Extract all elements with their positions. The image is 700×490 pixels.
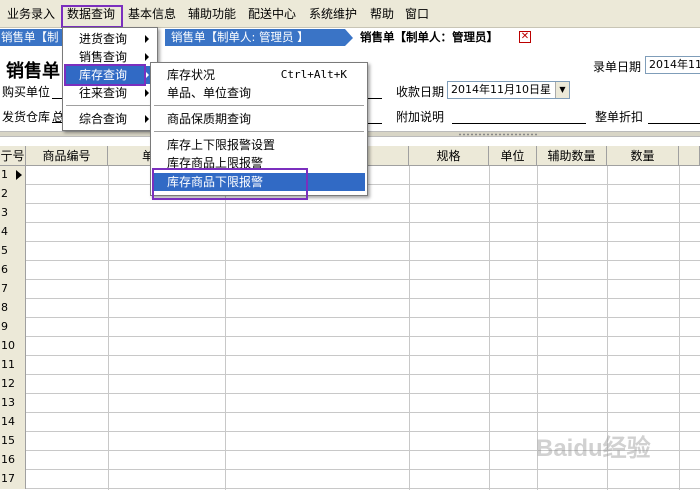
table-row[interactable]: 3	[0, 204, 700, 223]
row-pointer-icon	[16, 170, 22, 180]
menu-item-shelf-life-query[interactable]: 商品保质期查询	[153, 110, 365, 128]
menu-separator	[154, 131, 364, 132]
tab-separator	[345, 29, 353, 46]
col-header-aux-qty: 辅助数量	[537, 146, 607, 166]
buyer-label: 购买单位	[2, 85, 51, 99]
table-row[interactable]: 7	[0, 280, 700, 299]
menu-item-label: 销售查询	[79, 50, 128, 64]
menu-separator	[154, 105, 364, 106]
table-row[interactable]: 13	[0, 394, 700, 413]
row-number: 10	[0, 337, 26, 356]
annotation-box-data-query	[61, 5, 123, 28]
menu-separator	[66, 105, 154, 106]
menu-item-label: 综合查询	[79, 112, 128, 126]
entry-date-field[interactable]: 2014年11	[645, 56, 700, 74]
col-header-spec: 规格	[409, 146, 489, 166]
watermark-text: Baidu经验	[536, 434, 651, 462]
row-number: 14	[0, 413, 26, 432]
close-icon[interactable]: ✕	[519, 31, 531, 43]
menu-item-label: 往来查询	[79, 86, 128, 100]
col-header-qty: 数量	[607, 146, 679, 166]
row-number: 4	[0, 223, 26, 242]
menu-aux-functions[interactable]: 辅助功能	[184, 5, 240, 23]
buyer-field[interactable]	[52, 81, 62, 99]
col-header-row-number: 亍号	[0, 146, 26, 166]
page-title: 销售单	[6, 61, 60, 82]
discount-field[interactable]	[648, 106, 700, 124]
chevron-right-icon	[145, 35, 149, 43]
row-number: 5	[0, 242, 26, 261]
collect-date-value: 2014年11月10日星	[451, 83, 551, 96]
entry-date-label: 录单日期	[593, 60, 642, 74]
row-number: 12	[0, 375, 26, 394]
warehouse-label: 发货仓库	[2, 110, 51, 124]
baidu-watermark: Baidu经验	[536, 434, 651, 462]
menu-window[interactable]: 窗口	[401, 5, 433, 23]
table-row[interactable]: 12	[0, 375, 700, 394]
chevron-right-icon	[145, 115, 149, 123]
row-number: 6	[0, 261, 26, 280]
menu-item-purchase-query[interactable]: 进货查询	[65, 30, 155, 48]
warehouse-field-end	[368, 106, 382, 124]
table-row[interactable]: 10	[0, 337, 700, 356]
menu-item-product-unit-query[interactable]: 单品、单位查询	[153, 84, 365, 102]
menu-distribution-center[interactable]: 配送中心	[244, 5, 300, 23]
menu-item-stock-alarm-settings[interactable]: 库存上下限报警设置	[153, 136, 365, 154]
row-number: 3	[0, 204, 26, 223]
tab-sales-order-active[interactable]: 销售单【制单人：管理员】	[354, 29, 514, 46]
menu-help[interactable]: 帮助	[366, 5, 398, 23]
col-header-extra	[679, 146, 700, 166]
table-row[interactable]: 11	[0, 356, 700, 375]
row-number: 17	[0, 470, 26, 489]
chevron-right-icon	[145, 89, 149, 97]
table-row[interactable]: 8	[0, 299, 700, 318]
menu-basic-info[interactable]: 基本信息	[124, 5, 180, 23]
annotation-box-lower-alarm	[152, 168, 308, 200]
row-number: 8	[0, 299, 26, 318]
row-number: 15	[0, 432, 26, 451]
row-number: 7	[0, 280, 26, 299]
chevron-down-icon[interactable]: ▼	[555, 82, 569, 98]
menu-item-label: 库存状况	[167, 68, 216, 82]
table-row[interactable]: 4	[0, 223, 700, 242]
row-number: 2	[0, 185, 26, 204]
table-row[interactable]: 5	[0, 242, 700, 261]
col-header-unit: 单位	[489, 146, 537, 166]
menu-business-entry[interactable]: 业务录入	[3, 5, 59, 23]
row-number: 9	[0, 318, 26, 337]
row-number: 1	[0, 166, 26, 185]
tab-sales-order-1[interactable]: 销售单【制	[0, 29, 62, 46]
table-row[interactable]: 9	[0, 318, 700, 337]
row-number: 13	[0, 394, 26, 413]
annotation-box-stock-query	[64, 64, 146, 86]
col-header-product-code: 商品编号	[26, 146, 108, 166]
collect-date-label: 收款日期	[396, 85, 445, 99]
note-label: 附加说明	[396, 110, 445, 124]
menu-system-maintenance[interactable]: 系统维护	[305, 5, 361, 23]
menu-item-comprehensive-query[interactable]: 综合查询	[65, 110, 155, 128]
shortcut-label: Ctrl+Alt+K	[280, 68, 347, 81]
row-number: 16	[0, 451, 26, 470]
table-row[interactable]: 6	[0, 261, 700, 280]
menu-item-account-query[interactable]: 往来查询	[65, 84, 155, 102]
menu-item-label: 进货查询	[79, 32, 128, 46]
chevron-right-icon	[145, 53, 149, 61]
discount-label: 整单折扣	[595, 110, 644, 124]
collect-date-field[interactable]: 2014年11月10日星 ▼	[447, 81, 570, 99]
tab-sales-order-2[interactable]: 销售单【制单人: 管理员 】	[165, 29, 345, 46]
row-number: 11	[0, 356, 26, 375]
note-field[interactable]	[452, 106, 586, 124]
buyer-field-end	[368, 81, 382, 99]
menu-item-stock-status[interactable]: 库存状况 Ctrl+Alt+K	[153, 66, 365, 84]
splitter-grip[interactable]	[458, 133, 538, 136]
